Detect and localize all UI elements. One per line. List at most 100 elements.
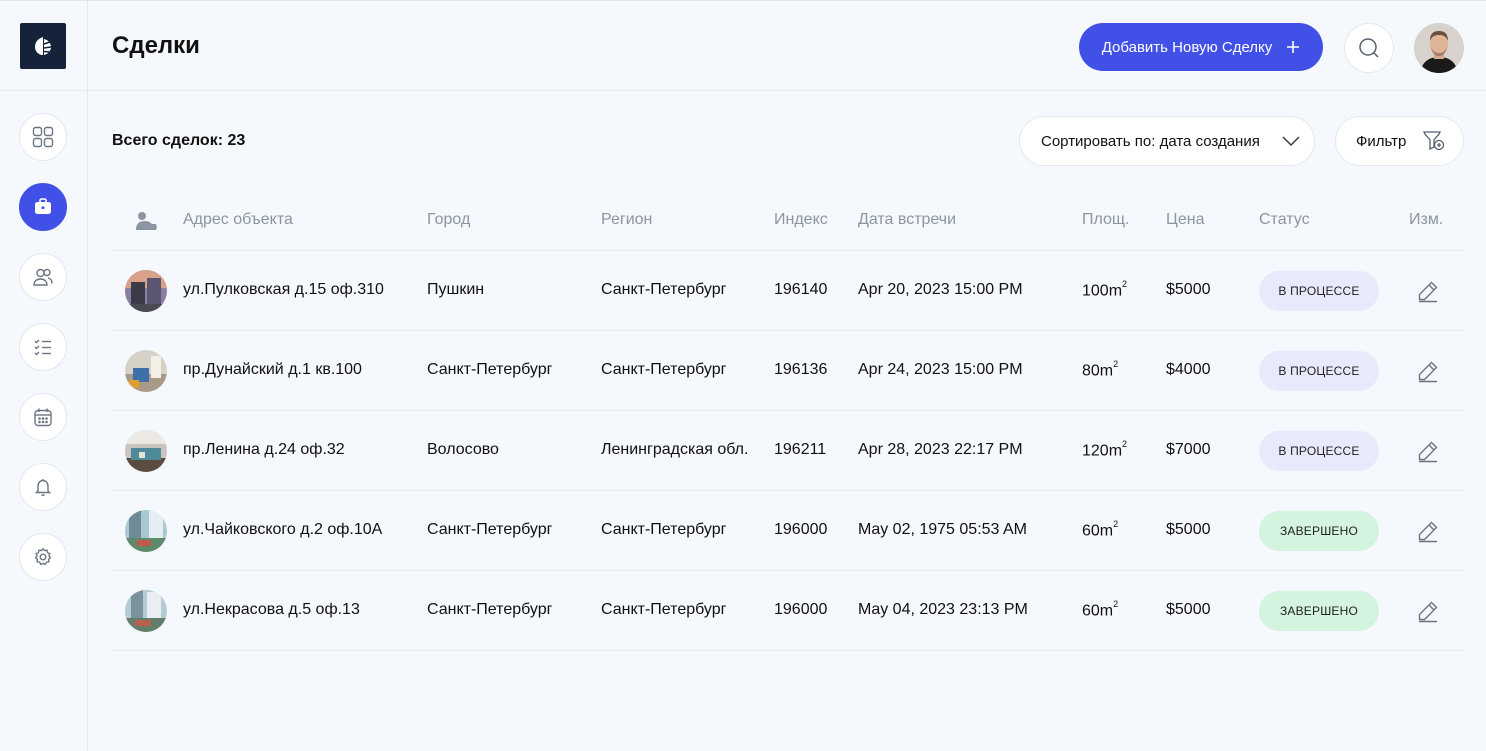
zip-cell: 196140 <box>774 281 828 298</box>
meeting-date-cell: May 02, 1975 05:53 AM <box>858 521 1027 538</box>
property-thumbnail <box>125 350 167 392</box>
filter-button[interactable]: Фильтр <box>1335 116 1464 166</box>
meeting-date-cell: Apr 28, 2023 22:17 PM <box>858 441 1023 458</box>
region-cell: Санкт-Петербург <box>601 361 727 378</box>
plus-icon <box>1287 41 1300 53</box>
property-thumbnail <box>125 510 167 552</box>
table-row[interactable]: пр.Ленина д.24 оф.32 Волосово Ленинградс… <box>112 411 1464 491</box>
area-cell: 80m2 <box>1082 359 1119 380</box>
filter-icon <box>1423 131 1445 151</box>
area-value: 80m <box>1082 362 1114 380</box>
sidebar-item-notifications[interactable] <box>19 463 67 511</box>
sidebar-item-settings[interactable] <box>19 533 67 581</box>
column-meeting-date[interactable]: Дата встречи <box>858 211 956 229</box>
edit-icon[interactable] <box>1416 519 1440 543</box>
table-row[interactable]: пр.Дунайский д.1 кв.100 Санкт-Петербург … <box>112 331 1464 411</box>
zip-cell: 196000 <box>774 521 828 538</box>
column-city[interactable]: Город <box>427 211 470 229</box>
area-unit: 2 <box>1122 439 1128 449</box>
area-unit: 2 <box>1122 279 1128 289</box>
sidebar-item-dashboard[interactable] <box>19 113 67 161</box>
zip-cell: 196211 <box>774 441 827 458</box>
page-title: Сделки <box>112 32 200 59</box>
zip-cell: 196136 <box>774 361 828 378</box>
status-badge: В ПРОЦЕССЕ <box>1259 271 1379 311</box>
status-badge: В ПРОЦЕССЕ <box>1259 351 1379 391</box>
area-unit: 2 <box>1113 359 1119 369</box>
price-cell: $5000 <box>1166 281 1211 298</box>
sidebar-item-clients[interactable] <box>19 253 67 301</box>
column-region[interactable]: Регион <box>601 211 652 229</box>
column-area[interactable]: Площ. <box>1082 211 1130 229</box>
address-cell: пр.Дунайский д.1 кв.100 <box>183 361 362 378</box>
logo[interactable] <box>20 23 66 69</box>
sidebar <box>0 1 88 751</box>
chevron-down-icon <box>1282 136 1300 146</box>
zip-cell: 196000 <box>774 601 828 618</box>
meeting-date-cell: Apr 24, 2023 15:00 PM <box>858 361 1023 378</box>
area-cell: 100m2 <box>1082 279 1128 300</box>
status-badge: ЗАВЕРШЕНО <box>1259 511 1379 551</box>
sidebar-item-calendar[interactable] <box>19 393 67 441</box>
area-value: 60m <box>1082 602 1114 620</box>
column-edit: Изм. <box>1409 211 1444 228</box>
address-cell: ул.Некрасова д.5 оф.13 <box>183 601 360 618</box>
property-thumbnail <box>125 590 167 632</box>
edit-icon[interactable] <box>1416 599 1440 623</box>
sidebar-divider <box>0 90 88 91</box>
add-deal-label: Добавить Новую Сделку <box>1101 38 1273 56</box>
price-cell: $5000 <box>1166 521 1211 538</box>
sidebar-item-deals[interactable] <box>19 183 67 231</box>
user-avatar-image <box>1414 23 1464 73</box>
add-deal-button[interactable]: Добавить Новую Сделку <box>1079 23 1323 71</box>
area-unit: 2 <box>1113 519 1119 529</box>
area-unit: 2 <box>1113 599 1119 609</box>
price-cell: $7000 <box>1166 441 1211 458</box>
sidebar-item-tasks[interactable] <box>19 323 67 371</box>
deals-total: Всего сделок: 23 <box>112 132 246 149</box>
region-cell: Санкт-Петербург <box>601 601 727 618</box>
column-status[interactable]: Статус <box>1259 211 1310 229</box>
search-icon <box>1359 38 1379 58</box>
sort-label: Сортировать по: дата создания <box>1041 132 1260 150</box>
header: Сделки Добавить Новую Сделку <box>88 1 1486 91</box>
column-address[interactable]: Адрес объекта <box>183 211 293 229</box>
area-cell: 60m2 <box>1082 599 1119 620</box>
avatar[interactable] <box>1414 23 1464 73</box>
city-cell: Пушкин <box>427 281 485 298</box>
region-cell: Ленинградская обл. <box>601 441 749 458</box>
region-cell: Санкт-Петербург <box>601 521 727 538</box>
column-price[interactable]: Цена <box>1166 211 1204 229</box>
region-cell: Санкт-Петербург <box>601 281 727 298</box>
price-cell: $5000 <box>1166 601 1211 618</box>
city-cell: Санкт-Петербург <box>427 521 553 538</box>
address-cell: ул.Пулковская д.15 оф.310 <box>183 281 384 298</box>
briefcase-icon <box>35 198 51 214</box>
checklist-icon <box>34 339 51 356</box>
meeting-date-cell: Apr 20, 2023 15:00 PM <box>858 281 1023 298</box>
edit-icon[interactable] <box>1416 279 1440 303</box>
grid-icon <box>32 126 54 148</box>
edit-icon[interactable] <box>1416 359 1440 383</box>
property-thumbnail <box>125 270 167 312</box>
table-row[interactable]: ул.Чайковского д.2 оф.10А Санкт-Петербур… <box>112 491 1464 571</box>
search-button[interactable] <box>1344 23 1394 73</box>
area-value: 60m <box>1082 522 1114 540</box>
table-header: Адрес объекта Город Регион Индекс Дата в… <box>112 191 1464 251</box>
city-cell: Волосово <box>427 441 499 458</box>
area-cell: 120m2 <box>1082 439 1128 460</box>
logo-icon <box>35 37 52 55</box>
meeting-date-cell: May 04, 2023 23:13 PM <box>858 601 1028 618</box>
column-zip[interactable]: Индекс <box>774 211 828 229</box>
sort-dropdown[interactable]: Сортировать по: дата создания <box>1019 116 1315 166</box>
area-value: 120m <box>1082 442 1123 460</box>
users-icon <box>33 268 53 286</box>
table-row[interactable]: ул.Некрасова д.5 оф.13 Санкт-Петербург С… <box>112 571 1464 651</box>
app-root: Сделки Добавить Новую Сделку Всего сдело… <box>0 0 1486 751</box>
status-badge: ЗАВЕРШЕНО <box>1259 591 1379 631</box>
edit-icon[interactable] <box>1416 439 1440 463</box>
filter-label: Фильтр <box>1356 132 1407 150</box>
gear-icon <box>34 547 52 566</box>
area-cell: 60m2 <box>1082 519 1119 540</box>
table-row[interactable]: ул.Пулковская д.15 оф.310 Пушкин Санкт-П… <box>112 251 1464 331</box>
